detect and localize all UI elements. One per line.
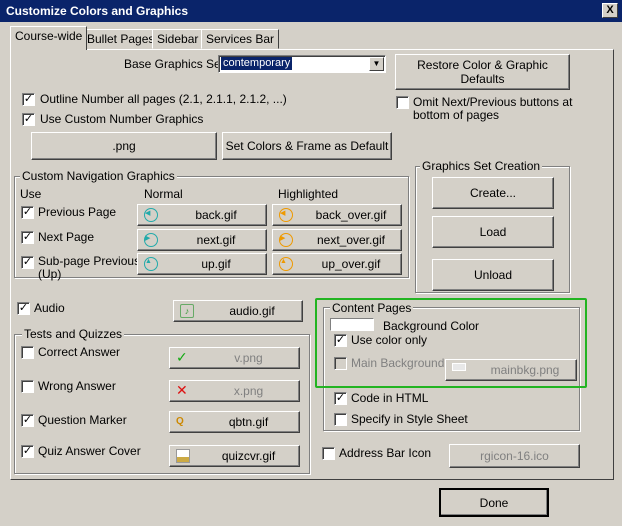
audio-file-button[interactable]: ♪ audio.gif (173, 300, 303, 322)
address-bar-icon-label: Address Bar Icon (339, 446, 432, 460)
nav-graphics-title: Custom Navigation Graphics (20, 169, 177, 183)
wrong-answer-file: x.png (233, 384, 264, 398)
question-marker-file: qbtn.gif (228, 415, 269, 429)
base-graphics-label: Base Graphics Set (124, 57, 225, 71)
next-page-label: Next Page (38, 230, 95, 244)
tab-sidebar[interactable]: Sidebar (152, 29, 204, 49)
quiz-cover-icon (176, 449, 190, 463)
unload-button[interactable]: Unload (432, 259, 554, 291)
audio-checkbox[interactable]: ✓ (17, 302, 30, 315)
question-marker-file-button[interactable]: Q qbtn.gif (169, 411, 300, 433)
audio-icon: ♪ (180, 304, 194, 318)
up-arrow-over-icon: ▲ (279, 257, 293, 271)
dropdown-arrow-icon[interactable]: ▼ (369, 57, 384, 71)
col-normal-header: Normal (144, 187, 183, 201)
next-page-checkbox[interactable]: ✓ (21, 231, 34, 244)
png-button[interactable]: .png (31, 132, 217, 160)
quiz-answer-cover-checkbox[interactable]: ✓ (21, 445, 34, 458)
title-bar: Customize Colors and Graphics X (0, 0, 622, 22)
question-marker-checkbox[interactable]: ✓ (21, 414, 34, 427)
omit-next-prev-label-1: Omit Next/Previous buttons at (413, 95, 573, 109)
back-arrow-icon: ◀ (144, 208, 158, 222)
next-arrow-icon: ▶ (144, 233, 158, 247)
up-highlighted-button[interactable]: ▲ up_over.gif (272, 253, 402, 275)
address-bar-icon-checkbox[interactable] (322, 447, 335, 460)
correct-answer-file-button[interactable]: ✓ v.png (169, 347, 300, 369)
code-in-html-checkbox[interactable]: ✓ (334, 392, 347, 405)
set-colors-default-button[interactable]: Set Colors & Frame as Default (222, 132, 392, 160)
quiz-answer-cover-label: Quiz Answer Cover (38, 444, 141, 458)
previous-page-label: Previous Page (38, 205, 117, 219)
outline-number-label: Outline Number all pages (2.1, 2.1.1, 2.… (40, 92, 287, 106)
wrong-answer-label: Wrong Answer (38, 379, 116, 393)
correct-answer-label: Correct Answer (38, 345, 121, 359)
next-highlighted-button[interactable]: ▶ next_over.gif (272, 229, 402, 251)
audio-file: audio.gif (229, 304, 275, 318)
question-marker-label: Question Marker (38, 413, 127, 427)
wrong-answer-file-button[interactable]: ✕ x.png (169, 380, 300, 402)
base-graphics-select[interactable]: contemporary ▼ (218, 55, 386, 73)
custom-number-label: Use Custom Number Graphics (40, 112, 204, 126)
correct-answer-file: v.png (234, 351, 263, 365)
up-arrow-icon: ▲ (144, 257, 158, 271)
col-highlighted-header: Highlighted (278, 187, 339, 201)
subpage-previous-label-1: Sub-page Previous (38, 254, 141, 268)
col-use-header: Use (20, 187, 42, 201)
question-marker-icon: Q (176, 416, 184, 427)
content-pages-highlight (315, 298, 587, 388)
up-normal-button[interactable]: ▲ up.gif (137, 253, 267, 275)
restore-defaults-button[interactable]: Restore Color & Graphic Defaults (395, 54, 570, 90)
wrong-answer-checkbox[interactable] (21, 380, 34, 393)
window-title: Customize Colors and Graphics (6, 4, 189, 18)
style-sheet-label: Specify in Style Sheet (351, 412, 468, 426)
next-arrow-over-icon: ▶ (279, 233, 293, 247)
next-highlighted-file: next_over.gif (316, 233, 386, 247)
base-graphics-value: contemporary (221, 57, 293, 70)
previous-highlighted-file: back_over.gif (315, 208, 387, 222)
tab-services-bar[interactable]: Services Bar (201, 29, 280, 49)
quiz-cover-file: quizcvr.gif (221, 449, 276, 463)
up-normal-file: up.gif (201, 257, 231, 271)
close-button[interactable]: X (602, 3, 618, 18)
x-mark-icon: ✕ (176, 382, 188, 398)
tests-title: Tests and Quizzes (22, 327, 125, 341)
previous-page-checkbox[interactable]: ✓ (21, 206, 34, 219)
next-normal-button[interactable]: ▶ next.gif (137, 229, 267, 251)
code-in-html-label: Code in HTML (351, 391, 429, 405)
omit-next-prev-checkbox[interactable] (396, 96, 409, 109)
subpage-previous-label-2: (Up) (38, 267, 62, 281)
correct-answer-checkbox[interactable] (21, 346, 34, 359)
address-bar-icon-file-button[interactable]: rgicon-16.ico (449, 444, 580, 468)
previous-normal-button[interactable]: ◀ back.gif (137, 204, 267, 226)
close-icon: X (606, 4, 614, 16)
subpage-previous-checkbox[interactable]: ✓ (21, 256, 34, 269)
done-button[interactable]: Done (439, 488, 549, 517)
load-button[interactable]: Load (432, 216, 554, 248)
previous-highlighted-button[interactable]: ◀ back_over.gif (272, 204, 402, 226)
audio-label: Audio (34, 301, 65, 315)
tab-course-wide[interactable]: Course-wide (10, 26, 88, 50)
outline-number-checkbox[interactable]: ✓ (22, 93, 35, 106)
previous-normal-file: back.gif (195, 208, 237, 222)
create-button[interactable]: Create... (432, 177, 554, 209)
up-highlighted-file: up_over.gif (321, 257, 381, 271)
next-normal-file: next.gif (196, 233, 236, 247)
checkmark-icon: ✓ (176, 349, 188, 365)
quiz-cover-file-button[interactable]: quizcvr.gif (169, 445, 300, 467)
style-sheet-checkbox[interactable] (334, 413, 347, 426)
custom-number-checkbox[interactable]: ✓ (22, 113, 35, 126)
back-arrow-over-icon: ◀ (279, 208, 293, 222)
graphics-set-title: Graphics Set Creation (420, 159, 543, 173)
omit-next-prev-label-2: bottom of pages (413, 108, 500, 122)
tab-bullet-pages[interactable]: Bullet Pages (82, 29, 160, 49)
